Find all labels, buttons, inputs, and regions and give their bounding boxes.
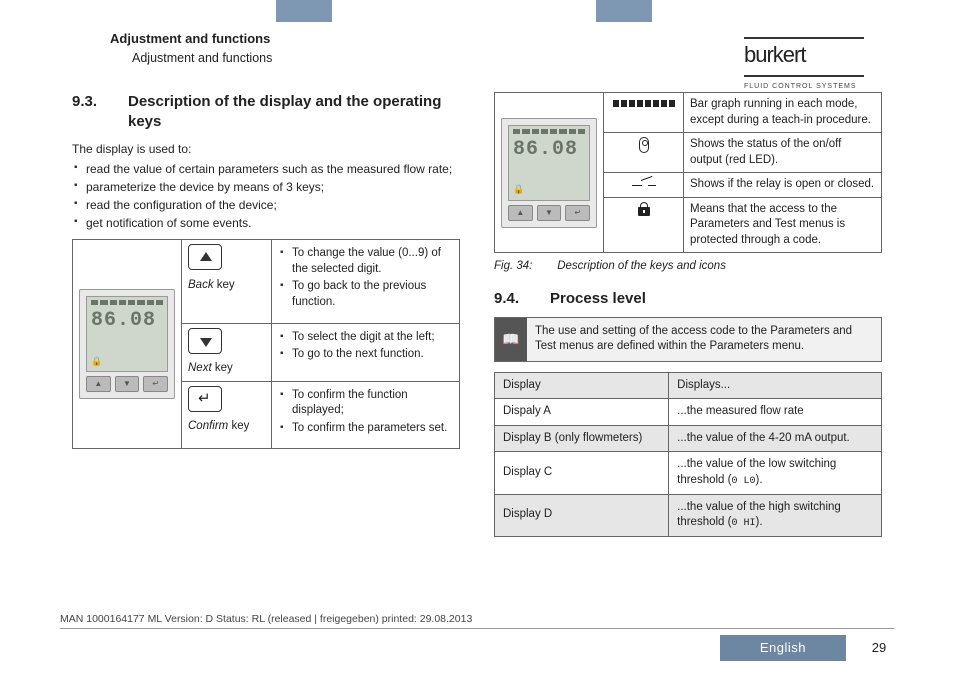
device-digits: 86.08 <box>91 307 156 334</box>
key-back-funcs: To change the value (0...9) of the selec… <box>272 240 460 323</box>
tab-decor-right <box>596 0 652 22</box>
device-illustration: 86.08 🔒 ▲▼↵ <box>79 289 175 399</box>
uses-item: parameterize the device by means of 3 ke… <box>72 179 460 195</box>
keys-table: 86.08 🔒 ▲▼↵ Back key To change the value… <box>72 239 460 449</box>
led-icon <box>639 137 649 153</box>
top-tabs <box>0 0 954 22</box>
device-digits: 86.08 <box>513 136 578 163</box>
up-key-icon <box>188 244 222 270</box>
disp-row-label: Dispaly A <box>495 399 669 426</box>
key-back-cell: Back key <box>182 240 272 323</box>
disp-row-value: ...the value of the low switching thresh… <box>669 452 882 494</box>
key-next-funcs: To select the digit at the left; To go t… <box>272 323 460 381</box>
uses-item: read the configuration of the device; <box>72 197 460 213</box>
device-cell-2: 86.08 🔒 ▲▼↵ <box>495 93 604 253</box>
page-footer: MAN 1000164177 ML Version: D Status: RL … <box>60 612 894 661</box>
section-9-4-heading: 9.4. Process level <box>494 289 882 309</box>
tab-decor-left <box>276 0 332 22</box>
led-icon-cell <box>604 133 684 173</box>
bargraph-icon-cell <box>604 93 684 133</box>
lock-desc: Means that the access to the Parameters … <box>684 197 882 253</box>
func-item: To confirm the parameters set. <box>278 421 453 437</box>
icons-table: 86.08 🔒 ▲▼↵ Bar graph running in each mo… <box>494 92 882 253</box>
note-box: 📖 The use and setting of the access code… <box>494 317 882 362</box>
disp-row-label: Display D <box>495 494 669 536</box>
note-text: The use and setting of the access code t… <box>527 318 881 361</box>
language-badge: English <box>720 635 846 661</box>
uses-item: get notification of some events. <box>72 215 460 231</box>
led-desc: Shows the status of the on/off output (r… <box>684 133 882 173</box>
confirm-key-icon <box>188 386 222 412</box>
display-table: Display Displays... Dispaly A ...the mea… <box>494 372 882 537</box>
disp-header-2: Displays... <box>669 372 882 399</box>
key-name: Back <box>188 279 214 291</box>
disp-row-label: Display B (only flowmeters) <box>495 425 669 452</box>
page-number: 29 <box>864 639 894 657</box>
page-header: Adjustment and functions Adjustment and … <box>60 28 894 72</box>
uses-item: read the value of certain parameters suc… <box>72 161 460 177</box>
key-suffix: key <box>214 279 235 291</box>
right-column: 86.08 🔒 ▲▼↵ Bar graph running in each mo… <box>494 92 882 603</box>
key-confirm-funcs: To confirm the function displayed; To co… <box>272 381 460 449</box>
func-item: To go back to the previous function. <box>278 279 453 310</box>
burkert-logo: burkert FLUID CONTROL SYSTEMS <box>744 28 894 92</box>
device-cell: 86.08 🔒 ▲▼↵ <box>73 240 182 449</box>
disp-row-label: Display C <box>495 452 669 494</box>
func-item: To go to the next function. <box>278 347 453 363</box>
disp-row-value: ...the value of the high switching thres… <box>669 494 882 536</box>
key-name: Confirm <box>188 420 228 432</box>
uses-list: read the value of certain parameters suc… <box>72 161 460 232</box>
func-item: To select the digit at the left; <box>278 330 453 346</box>
manual-icon: 📖 <box>495 318 527 361</box>
bargraph-desc: Bar graph running in each mode, except d… <box>684 93 882 133</box>
section-number: 9.3. <box>72 92 128 133</box>
relay-icon <box>632 177 656 187</box>
section-title: Process level <box>550 289 882 309</box>
lock-icon-cell <box>604 197 684 253</box>
left-column: 9.3. Description of the display and the … <box>72 92 460 603</box>
relay-icon-cell <box>604 173 684 198</box>
logo-subtext: FLUID CONTROL SYSTEMS <box>744 82 894 91</box>
section-number: 9.4. <box>494 289 550 309</box>
footer-meta: MAN 1000164177 ML Version: D Status: RL … <box>60 612 894 629</box>
func-item: To confirm the function displayed; <box>278 388 453 419</box>
key-confirm-cell: Confirm key <box>182 381 272 449</box>
page-body: 9.3. Description of the display and the … <box>72 92 882 603</box>
key-suffix: key <box>212 362 233 374</box>
figure-number: Fig. 34: <box>494 259 554 275</box>
relay-desc: Shows if the relay is open or closed. <box>684 173 882 198</box>
lock-icon <box>638 202 650 216</box>
header-titles: Adjustment and functions Adjustment and … <box>110 30 272 66</box>
key-suffix: key <box>228 420 249 432</box>
section-9-3-heading: 9.3. Description of the display and the … <box>72 92 460 133</box>
key-name: Next <box>188 362 212 374</box>
header-title-plain: Adjustment and functions <box>132 50 272 67</box>
key-next-cell: Next key <box>182 323 272 381</box>
device-illustration: 86.08 🔒 ▲▼↵ <box>501 118 597 228</box>
figure-text: Description of the keys and icons <box>557 260 726 272</box>
down-key-icon <box>188 328 222 354</box>
func-item: To change the value (0...9) of the selec… <box>278 246 453 277</box>
disp-header-1: Display <box>495 372 669 399</box>
disp-row-value: ...the measured flow rate <box>669 399 882 426</box>
bargraph-icon <box>613 100 675 107</box>
disp-row-value: ...the value of the 4-20 mA output. <box>669 425 882 452</box>
header-title-bold: Adjustment and functions <box>110 30 272 48</box>
figure-34-caption: Fig. 34: Description of the keys and ico… <box>494 259 882 275</box>
section-title: Description of the display and the opera… <box>128 92 460 133</box>
logo-text: burkert <box>744 44 894 66</box>
intro-text: The display is used to: <box>72 141 460 157</box>
